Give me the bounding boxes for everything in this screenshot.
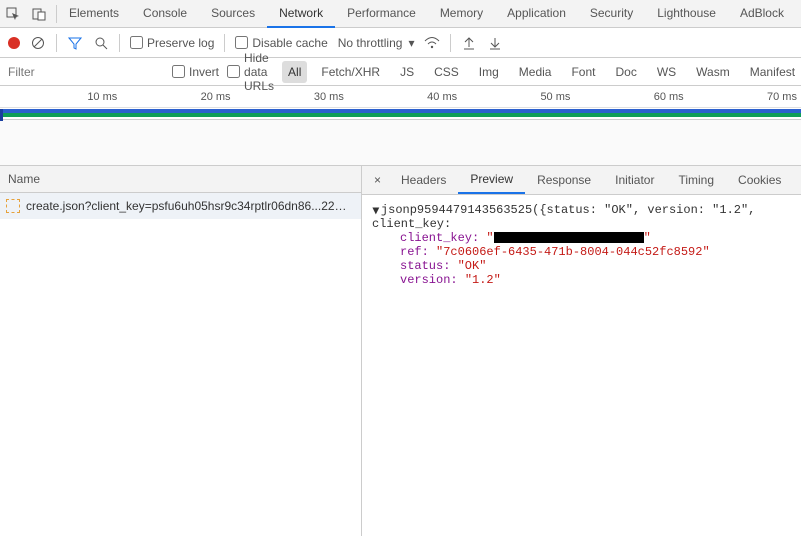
filter-type-img[interactable]: Img xyxy=(473,61,505,83)
clear-icon[interactable] xyxy=(30,35,46,51)
expand-triangle-icon[interactable]: ▶ xyxy=(370,208,380,215)
filter-type-css[interactable]: CSS xyxy=(428,61,465,83)
close-detail-button[interactable]: × xyxy=(366,167,389,193)
preview-key: client_key: xyxy=(400,231,486,245)
disable-cache-checkbox[interactable]: Disable cache xyxy=(235,36,327,50)
timeline-tick: 20 ms xyxy=(117,91,230,103)
throttling-select[interactable]: No throttling ▾ xyxy=(338,36,415,50)
preview-kv-row: client_key: " " xyxy=(372,231,791,245)
preserve-log-checkbox[interactable]: Preserve log xyxy=(130,36,214,50)
inspect-icon[interactable] xyxy=(4,5,22,23)
hide-data-urls-label: Hide data URLs xyxy=(244,51,274,93)
preview-value: "OK" xyxy=(458,259,487,273)
filter-type-ws[interactable]: WS xyxy=(651,61,682,83)
spacer xyxy=(0,120,801,166)
filter-type-font[interactable]: Font xyxy=(565,61,601,83)
preview-value: "1.2" xyxy=(465,273,501,287)
waterfall-start-marker xyxy=(0,109,3,121)
preview-key: ref: xyxy=(400,245,436,259)
detail-tab-timing[interactable]: Timing xyxy=(666,167,726,193)
hide-data-urls-checkbox[interactable]: Hide data URLs xyxy=(227,51,274,93)
tab-memory[interactable]: Memory xyxy=(428,0,495,28)
quote-close: " xyxy=(644,231,651,245)
preview-key: status: xyxy=(400,259,458,273)
tab-application[interactable]: Application xyxy=(495,0,578,28)
detail-panel: × Headers Preview Response Initiator Tim… xyxy=(362,166,801,536)
tab-network[interactable]: Network xyxy=(267,0,335,28)
filter-type-doc[interactable]: Doc xyxy=(609,61,642,83)
preview-key: version: xyxy=(400,273,465,287)
preview-kv-row: ref: "7c0606ef-6435-471b-8004-044c52fc85… xyxy=(372,245,791,259)
filter-type-wasm[interactable]: Wasm xyxy=(690,61,736,83)
download-har-icon[interactable] xyxy=(487,35,503,51)
quote-open: " xyxy=(486,231,493,245)
timeline-tick: 10 ms xyxy=(4,91,117,103)
request-list-panel: Name create.json?client_key=psfu6uh05hsr… xyxy=(0,166,362,536)
timeline-overview[interactable] xyxy=(0,108,801,120)
timeline-ruler[interactable]: 10 ms 20 ms 30 ms 40 ms 50 ms 60 ms 70 m… xyxy=(0,86,801,108)
request-name: create.json?client_key=psfu6uh05hsr9c34r… xyxy=(26,199,355,213)
record-button[interactable] xyxy=(8,37,20,49)
detail-tab-initiator[interactable]: Initiator xyxy=(603,167,666,193)
timeline-tick: 60 ms xyxy=(570,91,683,103)
request-type-icon xyxy=(6,199,20,213)
detail-tab-response[interactable]: Response xyxy=(525,167,603,193)
main-tabs: Elements Console Sources Network Perform… xyxy=(57,0,796,28)
disable-cache-label: Disable cache xyxy=(252,36,327,50)
redacted-value xyxy=(494,232,644,243)
timeline-tick: 30 ms xyxy=(231,91,344,103)
upload-har-icon[interactable] xyxy=(461,35,477,51)
preview-kv-row: version: "1.2" xyxy=(372,273,791,287)
invert-label: Invert xyxy=(189,65,219,79)
network-conditions-icon[interactable] xyxy=(424,35,440,51)
filter-type-fetchxhr[interactable]: Fetch/XHR xyxy=(315,61,386,83)
chevron-down-icon: ▾ xyxy=(408,36,414,50)
name-column-header[interactable]: Name xyxy=(0,166,361,193)
filter-type-manifest[interactable]: Manifest xyxy=(744,61,801,83)
preview-pane: ▶jsonp9594479143563525({status: "OK", ve… xyxy=(362,195,801,295)
timeline-tick: 40 ms xyxy=(344,91,457,103)
preview-root-node[interactable]: ▶jsonp9594479143563525({status: "OK", ve… xyxy=(372,203,791,231)
separator xyxy=(119,34,120,52)
timeline-tick: 70 ms xyxy=(684,91,797,103)
tab-sources[interactable]: Sources xyxy=(199,0,267,28)
separator xyxy=(56,34,57,52)
search-icon[interactable] xyxy=(93,35,109,51)
tab-lighthouse[interactable]: Lighthouse xyxy=(645,0,728,28)
tab-security[interactable]: Security xyxy=(578,0,645,28)
tab-elements[interactable]: Elements xyxy=(57,0,131,28)
waterfall-bar xyxy=(0,109,801,117)
detail-tab-preview[interactable]: Preview xyxy=(458,166,525,194)
filter-type-media[interactable]: Media xyxy=(513,61,558,83)
preview-kv-row: status: "OK" xyxy=(372,259,791,273)
detail-tab-headers[interactable]: Headers xyxy=(389,167,458,193)
filter-input[interactable] xyxy=(4,61,164,83)
invert-checkbox[interactable]: Invert xyxy=(172,65,219,79)
preview-root-text: jsonp9594479143563525({status: "OK", ver… xyxy=(372,203,755,231)
preserve-log-label: Preserve log xyxy=(147,36,214,50)
detail-tab-cookies[interactable]: Cookies xyxy=(726,167,793,193)
throttling-label: No throttling xyxy=(338,36,403,50)
separator xyxy=(450,34,451,52)
separator xyxy=(224,34,225,52)
tab-console[interactable]: Console xyxy=(131,0,199,28)
filter-icon[interactable] xyxy=(67,35,83,51)
device-toggle-icon[interactable] xyxy=(30,5,48,23)
filter-type-all[interactable]: All xyxy=(282,61,307,83)
filter-type-js[interactable]: JS xyxy=(394,61,420,83)
tab-performance[interactable]: Performance xyxy=(335,0,428,28)
timeline-tick: 50 ms xyxy=(457,91,570,103)
tab-adblock[interactable]: AdBlock xyxy=(728,0,796,28)
preview-value: "7c0606ef-6435-471b-8004-044c52fc8592" xyxy=(436,245,710,259)
request-row[interactable]: create.json?client_key=psfu6uh05hsr9c34r… xyxy=(0,193,361,219)
